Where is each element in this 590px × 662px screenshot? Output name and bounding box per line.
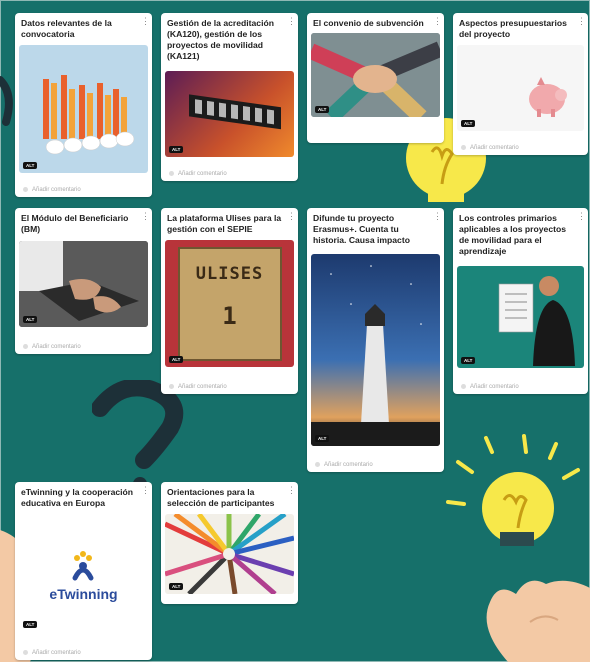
comment-icon xyxy=(169,170,174,176)
etwinning-logo-image xyxy=(72,551,94,581)
card-etwinning[interactable]: eTwinning y la cooperación educativa en … xyxy=(15,482,152,660)
hand-illustration xyxy=(486,580,590,662)
comment-icon xyxy=(23,649,28,655)
card-datos-relevantes[interactable]: Datos relevantes de la convocatoria ⋮ AL… xyxy=(15,13,152,197)
alt-badge[interactable]: ALT xyxy=(315,435,330,442)
comment-placeholder: Añadir comentario xyxy=(178,171,227,177)
piggy-bank-image xyxy=(529,77,567,117)
stacked-hands-image xyxy=(311,33,440,117)
alt-badge[interactable]: ALT xyxy=(169,356,184,363)
card-aspectos-presupuestarios[interactable]: Aspectos presupuestarios del proyecto ⋮ … xyxy=(453,13,588,155)
alt-badge[interactable]: ALT xyxy=(169,583,184,590)
add-comment-field[interactable]: Añadir comentario xyxy=(461,383,519,390)
comment-icon xyxy=(315,461,320,467)
comment-placeholder: Añadir comentario xyxy=(32,187,81,193)
card-image[interactable]: eTwinning ALT xyxy=(19,528,148,632)
card-title: Los controles primarios aplicables a los… xyxy=(459,213,566,256)
comment-placeholder: Añadir comentario xyxy=(470,384,519,390)
add-comment-field[interactable]: Añadir comentario xyxy=(461,144,519,151)
card-gestion-acreditacion[interactable]: Gestión de la acreditación (KA120), gest… xyxy=(161,13,298,181)
comment-placeholder: Añadir comentario xyxy=(32,650,81,656)
alt-badge[interactable]: ALT xyxy=(169,146,184,153)
kebab-menu-icon[interactable]: ⋮ xyxy=(141,485,150,495)
comment-icon xyxy=(23,186,28,192)
alt-badge[interactable]: ALT xyxy=(461,357,476,364)
card-title: Datos relevantes de la convocatoria xyxy=(21,18,112,39)
comment-placeholder: Añadir comentario xyxy=(32,344,81,350)
add-comment-field[interactable]: Añadir comentario xyxy=(23,186,81,193)
card-title: Difunde tu proyecto Erasmus+. Cuenta tu … xyxy=(313,213,410,245)
card-title: eTwinning y la cooperación educativa en … xyxy=(21,487,134,508)
card-convenio-subvencion[interactable]: El convenio de subvención ⋮ ALT xyxy=(307,13,444,143)
add-comment-field[interactable]: Añadir comentario xyxy=(169,170,227,177)
etwinning-logo-text: eTwinning xyxy=(49,586,118,602)
typing-laptop-image xyxy=(19,241,148,327)
card-modulo-beneficiario[interactable]: El Módulo del Beneficiario (BM) ⋮ ALT Añ… xyxy=(15,208,152,354)
kebab-menu-icon[interactable]: ⋮ xyxy=(287,16,296,26)
card-controles-primarios[interactable]: Los controles primarios aplicables a los… xyxy=(453,208,588,394)
alt-badge[interactable]: ALT xyxy=(23,162,38,169)
card-image[interactable]: ULISES 1 ALT xyxy=(165,240,294,367)
colored-pencils-image xyxy=(165,514,294,594)
kebab-menu-icon[interactable]: ⋮ xyxy=(287,211,296,221)
card-image[interactable]: ALT xyxy=(457,266,584,368)
alt-badge[interactable]: ALT xyxy=(23,316,38,323)
card-image[interactable]: ALT xyxy=(311,254,440,446)
add-comment-field[interactable]: Añadir comentario xyxy=(23,343,81,350)
kebab-menu-icon[interactable]: ⋮ xyxy=(577,16,586,26)
card-title: Gestión de la acreditación (KA120), gest… xyxy=(167,18,274,61)
add-comment-field[interactable]: Añadir comentario xyxy=(315,461,373,468)
card-image[interactable]: ALT xyxy=(19,241,148,327)
alt-badge[interactable]: ALT xyxy=(315,106,330,113)
kebab-menu-icon[interactable]: ⋮ xyxy=(141,16,150,26)
comment-icon xyxy=(23,343,28,349)
projects-sign-image xyxy=(189,94,281,130)
kebab-menu-icon[interactable]: ⋮ xyxy=(577,211,586,221)
card-image[interactable]: ALT xyxy=(457,45,584,131)
card-image[interactable]: ALT xyxy=(165,514,294,594)
alt-badge[interactable]: ALT xyxy=(23,621,38,628)
card-title: El convenio de subvención xyxy=(313,18,424,28)
card-title: La plataforma Ulises para la gestión con… xyxy=(167,213,282,234)
comment-icon xyxy=(461,144,466,150)
lightbulb-icon xyxy=(446,434,580,546)
book-number: 1 xyxy=(222,302,237,330)
comment-placeholder: Añadir comentario xyxy=(324,462,373,468)
card-image[interactable]: ALT xyxy=(165,71,294,157)
book-title: ULISES xyxy=(195,264,264,284)
alt-badge[interactable]: ALT xyxy=(461,120,476,127)
card-difunde-proyecto[interactable]: Difunde tu proyecto Erasmus+. Cuenta tu … xyxy=(307,208,444,472)
comment-placeholder: Añadir comentario xyxy=(178,384,227,390)
kebab-menu-icon[interactable]: ⋮ xyxy=(433,211,442,221)
card-plataforma-ulises[interactable]: La plataforma Ulises para la gestión con… xyxy=(161,208,298,394)
card-image[interactable]: ALT xyxy=(19,45,148,173)
card-title: Aspectos presupuestarios del proyecto xyxy=(459,18,567,39)
card-title: El Módulo del Beneficiario (BM) xyxy=(21,213,129,234)
comment-icon xyxy=(169,383,174,389)
card-image[interactable]: ALT xyxy=(311,33,440,117)
comment-icon xyxy=(461,383,466,389)
kebab-menu-icon[interactable]: ⋮ xyxy=(433,16,442,26)
checklist-person-image xyxy=(498,276,575,366)
card-orientaciones-seleccion[interactable]: Orientaciones para la selección de parti… xyxy=(161,482,298,604)
lighthouse-image xyxy=(311,265,440,446)
question-mark-icon xyxy=(92,380,184,490)
add-comment-field[interactable]: Añadir comentario xyxy=(169,383,227,390)
add-comment-field[interactable]: Añadir comentario xyxy=(23,649,81,656)
comment-placeholder: Añadir comentario xyxy=(470,145,519,151)
kebab-menu-icon[interactable]: ⋮ xyxy=(287,485,296,495)
card-title: Orientaciones para la selección de parti… xyxy=(167,487,275,508)
bar-chart-image xyxy=(43,75,135,155)
kebab-menu-icon[interactable]: ⋮ xyxy=(141,211,150,221)
